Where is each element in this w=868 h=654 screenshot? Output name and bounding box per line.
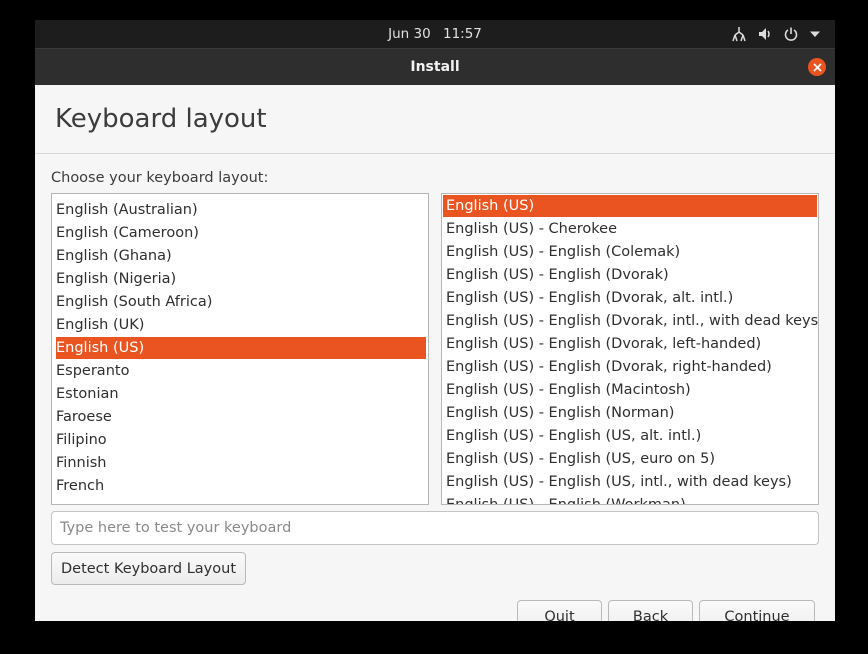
variant-list-item[interactable]: English (US) - English (Norman) xyxy=(443,402,817,424)
layout-list-item[interactable]: Filipino xyxy=(56,429,426,451)
variant-list-item[interactable]: English (US) - English (Workman) xyxy=(443,494,817,504)
quit-button[interactable]: Quit xyxy=(517,600,602,621)
variant-list-item[interactable]: English (US) - English (Dvorak, intl., w… xyxy=(443,310,818,332)
layout-list-item[interactable]: French xyxy=(56,475,426,497)
time-label: 11:57 xyxy=(442,26,482,42)
volume-icon[interactable] xyxy=(757,26,773,42)
variant-list-item[interactable]: English (US) - Cherokee xyxy=(443,218,817,240)
variant-list-item[interactable]: English (US) - English (US, euro on 5) xyxy=(443,448,817,470)
variant-list-item[interactable]: English (US) - English (Dvorak) xyxy=(443,264,817,286)
layout-list-item[interactable]: Faroese xyxy=(56,406,426,428)
page-title: Keyboard layout xyxy=(55,104,267,134)
window-title: Install xyxy=(410,59,460,75)
variant-list-item[interactable]: English (US) - English (Dvorak, right-ha… xyxy=(443,356,817,378)
layout-list-item[interactable]: Estonian xyxy=(56,383,426,405)
clock[interactable]: Jun 30 11:57 xyxy=(35,26,835,42)
variant-list-item[interactable]: English (US) - English (Dvorak, alt. int… xyxy=(443,287,817,309)
variant-list[interactable]: English (US) English (US) - Cherokee Engli… xyxy=(441,193,819,505)
date-label: Jun 30 xyxy=(388,26,431,42)
layout-list-item[interactable]: Finnish xyxy=(56,452,426,474)
chevron-down-icon[interactable] xyxy=(809,28,821,40)
layout-list-item[interactable]: English (Cameroon) xyxy=(56,222,426,244)
layout-list-item[interactable]: English (UK) xyxy=(56,314,426,336)
layout-list-item[interactable]: English (Australian) xyxy=(56,199,426,221)
keyboard-test-input[interactable] xyxy=(51,511,819,545)
close-button[interactable] xyxy=(808,58,826,76)
layout-list-item[interactable]: English (Nigeria) xyxy=(56,268,426,290)
variant-list-item[interactable]: English (US) - English (US, alt. intl.) xyxy=(443,425,817,447)
choose-layout-label: Choose your keyboard layout: xyxy=(51,170,269,186)
variant-list-item[interactable]: English (US) - English (US, intl., with … xyxy=(443,471,817,493)
variant-list-item[interactable]: English (US) - English (Colemak) xyxy=(443,241,817,263)
layout-list-item[interactable]: English (South Africa) xyxy=(56,291,426,313)
divider xyxy=(35,153,835,154)
layout-list-item[interactable]: English (US) xyxy=(56,337,426,359)
close-icon xyxy=(812,62,822,72)
power-icon[interactable] xyxy=(783,26,799,42)
top-bar: Jun 30 11:57 xyxy=(35,20,835,48)
layout-list-item[interactable]: Esperanto xyxy=(56,360,426,382)
layout-list-item[interactable]: English (Ghana) xyxy=(56,245,426,267)
variant-list-item[interactable]: English (US) xyxy=(443,195,817,217)
detect-keyboard-layout-button[interactable]: Detect Keyboard Layout xyxy=(51,552,246,585)
window-titlebar: Install xyxy=(35,48,835,85)
installer-window: Keyboard layout Choose your keyboard lay… xyxy=(35,85,835,621)
variant-list-item[interactable]: English (US) - English (Dvorak, left-han… xyxy=(443,333,817,355)
layout-list[interactable]: English (Australian) English (Cameroon) En… xyxy=(51,193,429,505)
continue-button[interactable]: Continue xyxy=(699,600,815,621)
variant-list-item[interactable]: English (US) - English (Macintosh) xyxy=(443,379,817,401)
back-button[interactable]: Back xyxy=(608,600,693,621)
system-tray[interactable] xyxy=(731,26,821,42)
network-icon[interactable] xyxy=(731,26,747,42)
